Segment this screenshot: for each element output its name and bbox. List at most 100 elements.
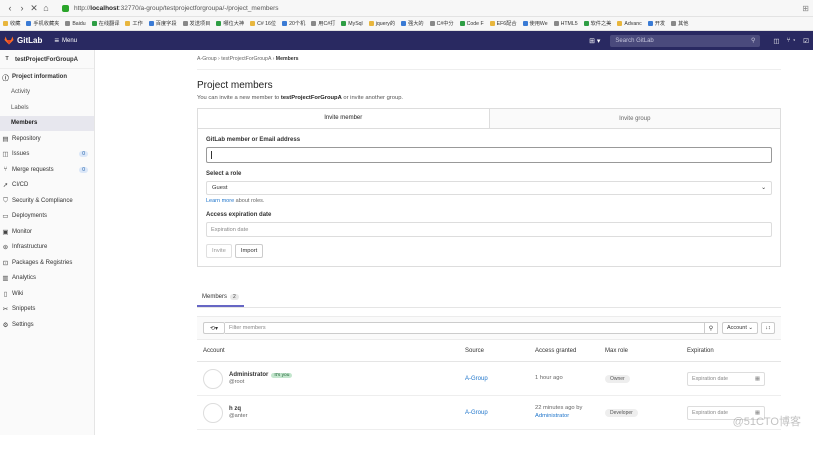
bookmark-item[interactable]: 其他 [671,20,688,27]
sidebar-item-label: Infrastructure [12,244,48,251]
bookmark-item[interactable]: 开发 [647,20,666,27]
sidebar-item-deployments[interactable]: ▭ Deployments [0,209,94,225]
sort-direction-icon[interactable]: ↓↕ [761,322,775,334]
close-icon[interactable]: ✕ [28,3,40,14]
sidebar-item-infrastructure[interactable]: ⊛ Infrastructure [0,240,94,256]
hamburger-icon: ≡ [54,36,60,45]
sidebar-item-settings[interactable]: ⚙ Settings [0,317,94,333]
grid-icon[interactable]: ⊞ [802,4,809,13]
book-icon: ▯ [3,290,8,298]
bookmark-item[interactable]: 20个机 [282,20,305,27]
bookmark-item[interactable]: C# 16位 [250,20,276,27]
tab-invite-group[interactable]: Invite group [488,109,780,128]
tanuki-icon [4,36,14,45]
rocket-icon: ➚ [2,182,9,190]
bookmark-item[interactable]: 工作 [125,20,143,27]
avatar[interactable] [203,402,223,423]
member-source[interactable]: A-Group [465,376,535,382]
bookmark-item[interactable]: jquery的 [368,20,395,27]
bookmark-label: C# 16位 [257,21,277,27]
bookmark-icon [311,21,317,26]
bookmark-item[interactable]: 手机收藏夹 [26,20,59,27]
history-icon[interactable]: ⟲▾ [203,322,225,334]
sidebar-item-issues[interactable]: ◫ Issues 0 [0,147,94,163]
sidebar-item-cicd[interactable]: ➚ CI/CD [0,178,94,194]
table-row: Administrator It's you @root A-Group 1 ho… [197,362,781,396]
todo-icon[interactable]: ☑ [803,37,809,45]
breadcrumb-project[interactable]: testProjectForGroupA [221,56,271,62]
menu-button[interactable]: ≡ Menu [54,36,77,45]
page-lead: You can invite a new member to testProje… [197,95,781,101]
bookmark-item[interactable]: HTML5 [553,21,578,27]
sidebar-item-label: Members [11,120,38,127]
role-select[interactable]: Guest ⌄ [206,181,772,195]
expiration-input[interactable]: Expiration date [206,222,772,237]
address-bar[interactable]: http://localhost:32770/a-group/testproje… [62,4,279,12]
sidebar-item-project-information[interactable]: ⓘ Project information [0,69,94,85]
sidebar-item-members[interactable]: Members [0,115,94,131]
bookmark-item[interactable]: 软件之美 [583,20,611,27]
sidebar-item-packages[interactable]: ⊡ Packages & Registries [0,255,94,271]
sidebar-item-repository[interactable]: ▤ Repository [0,131,94,147]
merge-request-icon[interactable]: ⑂ ▾ [787,37,797,45]
sidebar-item-analytics[interactable]: ▥ Analytics [0,271,94,287]
bookmark-item[interactable]: MySql [341,20,363,27]
bookmark-icon [401,21,407,26]
filter-input[interactable]: Filter members [225,322,705,334]
invite-button[interactable]: Invite [206,244,232,258]
sidebar-item-wiki[interactable]: ▯ Wiki [0,286,94,302]
bookmark-item[interactable]: 使用We [522,20,548,27]
bookmark-item[interactable]: Code F [459,21,484,27]
tab-members[interactable]: Members 2 [197,294,244,307]
sidebar-item-snippets[interactable]: ✂ Snippets [0,302,94,318]
sidebar-item-label: Wiki [12,290,24,297]
bookmark-item[interactable]: Advanc [617,21,642,27]
bookmark-item[interactable]: 强大的 [401,20,424,27]
import-button[interactable]: Import [234,244,264,258]
shield-icon [62,4,69,12]
member-name[interactable]: h zq [229,406,247,412]
expiration-date-input[interactable]: Expiration date ▦ [687,371,765,386]
bookmark-label: 开发 [654,21,666,27]
members-tabs: Members 2 [197,289,781,308]
granted-by-link[interactable]: Administrator [535,413,605,421]
bookmark-item[interactable]: 用C#打 [311,20,335,27]
sidebar-project[interactable]: T testProjectForGroupA [0,52,94,69]
forward-icon[interactable]: › [16,3,28,13]
issues-icon[interactable]: ◫ [773,37,779,45]
sort-dropdown[interactable]: Account ⌄ [721,322,758,334]
search-icon[interactable]: ⚲ [704,322,718,334]
sidebar-item-security[interactable]: ⛉ Security & Compliance [0,193,94,209]
search-input[interactable]: Search GitLab ⚲ [610,34,761,47]
bookmark-item[interactable]: 百度字段 [148,20,177,27]
deploy-icon: ▭ [2,213,9,221]
back-icon[interactable]: ‹ [4,3,16,13]
bookmark-item[interactable]: 在线翻译 [91,20,119,27]
bookmark-item[interactable]: C#中分 [429,20,454,27]
member-source[interactable]: A-Group [465,410,535,416]
breadcrumb-group[interactable]: A-Group [197,56,217,62]
member-input[interactable] [206,147,772,163]
calendar-icon: ▦ [754,375,760,382]
home-icon[interactable]: ⌂ [40,3,52,13]
avatar[interactable] [203,368,223,389]
role-value: Guest [212,185,228,191]
new-icon[interactable]: ⊞ ▾ [589,37,600,45]
gitlab-logo[interactable]: GitLab [4,36,42,45]
bookmark-item[interactable]: EF6配合 [489,20,517,27]
bookmark-item[interactable]: 收藏 [3,20,20,27]
sidebar-item-monitor[interactable]: ▣ Monitor [0,224,94,240]
invite-form: GitLab member or Email address Select a … [197,129,781,267]
bookmark-label: MySql [348,20,363,27]
member-name[interactable]: Administrator [229,372,268,378]
bookmark-item[interactable]: 发送项目 [182,20,210,27]
sidebar-item-activity[interactable]: Activity [0,85,94,101]
expiration-label: Access expiration date [206,212,272,218]
tab-invite-member[interactable]: Invite member [198,109,489,128]
sidebar-item-labels[interactable]: Labels [0,100,94,116]
bookmark-label: 其他 [678,21,689,27]
bookmark-item[interactable]: 哪位大神 [216,20,244,27]
learn-more-link[interactable]: Learn more [206,198,234,204]
bookmark-item[interactable]: Baidu [65,21,86,27]
sidebar-item-merge-requests[interactable]: ⑂ Merge requests 0 [0,162,94,178]
